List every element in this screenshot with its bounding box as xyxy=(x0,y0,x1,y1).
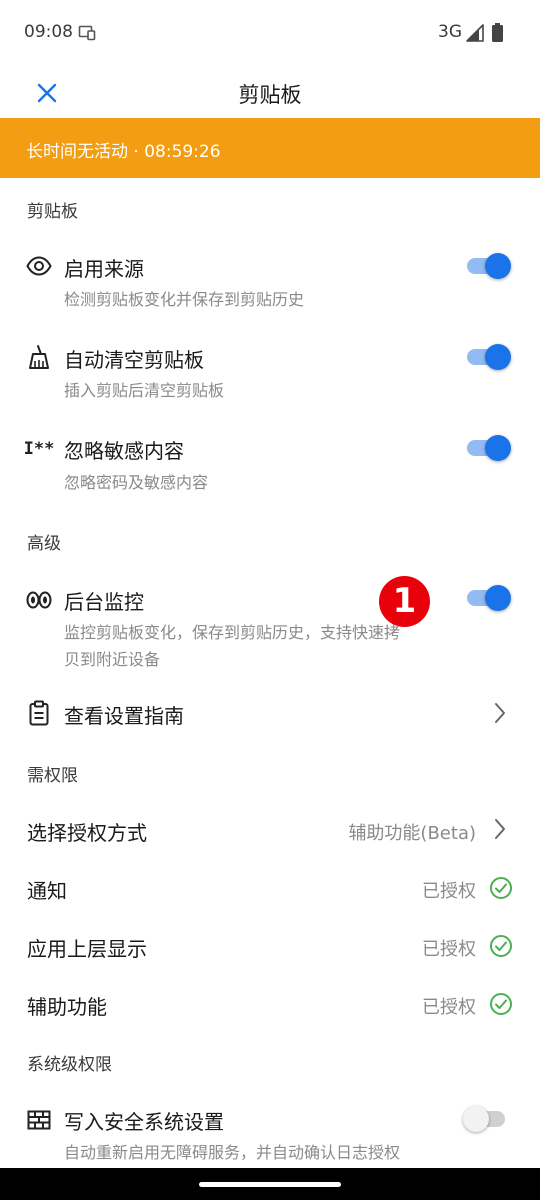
binoculars-icon xyxy=(26,586,52,612)
enable-source-toggle[interactable] xyxy=(467,251,511,281)
close-icon xyxy=(37,83,57,103)
check-circle-icon xyxy=(490,877,512,899)
ignore-sensitive-toggle[interactable] xyxy=(467,433,511,463)
cast-icon xyxy=(78,25,96,41)
check-circle-icon xyxy=(490,993,512,1015)
page-title: 剪贴板 xyxy=(238,83,302,107)
setting-subtitle: 忽略密码及敏感内容 xyxy=(64,473,209,492)
status-bar: 09:08 3G xyxy=(0,0,540,68)
permission-title: 辅助功能 xyxy=(27,995,107,1019)
firewall-icon xyxy=(26,1107,52,1133)
broom-icon xyxy=(26,344,52,370)
setting-title: 自动清空剪贴板 xyxy=(64,348,204,372)
setting-title: 查看设置指南 xyxy=(64,704,184,728)
status-time: 09:08 xyxy=(24,22,73,42)
permission-value: 辅助功能(Beta) xyxy=(348,823,476,844)
eye-icon xyxy=(26,253,52,279)
setting-title: 启用来源 xyxy=(64,257,144,281)
permission-value: 已授权 xyxy=(422,939,476,960)
permission-title: 通知 xyxy=(27,879,67,903)
chevron-right-icon xyxy=(495,703,505,723)
setting-title: 后台监控 xyxy=(64,590,144,614)
background-monitor-toggle[interactable] xyxy=(467,583,511,613)
setting-title: 写入安全系统设置 xyxy=(64,1110,224,1134)
check-circle-icon xyxy=(490,935,512,957)
network-label: 3G xyxy=(438,22,462,42)
inactivity-banner: 长时间无活动 · 08:59:26 xyxy=(0,118,540,178)
setting-subtitle: 监控剪贴板变化，保存到剪贴历史，支持快速拷 贝到附近设备 xyxy=(64,619,400,673)
annotation-badge: 1 xyxy=(379,576,430,627)
setting-subtitle-line: 贝到附近设备 xyxy=(64,650,161,669)
secure-settings-toggle[interactable] xyxy=(463,1104,511,1134)
permission-title: 应用上层显示 xyxy=(27,937,147,961)
permission-value: 已授权 xyxy=(422,997,476,1018)
chevron-right-icon xyxy=(495,819,505,839)
app-bar: 剪贴板 xyxy=(0,68,540,118)
section-header-permissions: 需权限 xyxy=(27,766,78,786)
section-header-clipboard: 剪贴板 xyxy=(27,202,78,222)
section-header-system: 系统级权限 xyxy=(27,1055,112,1075)
home-handle[interactable] xyxy=(199,1182,341,1187)
permission-value: 已授权 xyxy=(422,881,476,902)
auto-clear-toggle[interactable] xyxy=(467,342,511,372)
section-header-advanced: 高级 xyxy=(27,534,61,554)
setting-subtitle: 自动重新启用无障碍服务，并自动确认日志授权 xyxy=(64,1143,401,1162)
permission-title: 选择授权方式 xyxy=(27,821,147,845)
setting-subtitle: 检测剪贴板变化并保存到剪贴历史 xyxy=(64,290,305,309)
setting-title: 忽略敏感内容 xyxy=(64,439,184,463)
banner-text: 长时间无活动 · 08:59:26 xyxy=(26,142,221,162)
setting-subtitle-line: 监控剪贴板变化，保存到剪贴历史，支持快速拷 xyxy=(64,623,401,642)
navigation-bar xyxy=(0,1168,540,1200)
close-button[interactable] xyxy=(28,74,66,112)
clipboard-list-icon xyxy=(26,700,52,726)
setting-subtitle: 插入剪贴后清空剪贴板 xyxy=(64,381,225,400)
signal-icon xyxy=(466,24,484,42)
battery-icon xyxy=(492,23,503,42)
password-mask-icon: I** xyxy=(23,439,55,459)
